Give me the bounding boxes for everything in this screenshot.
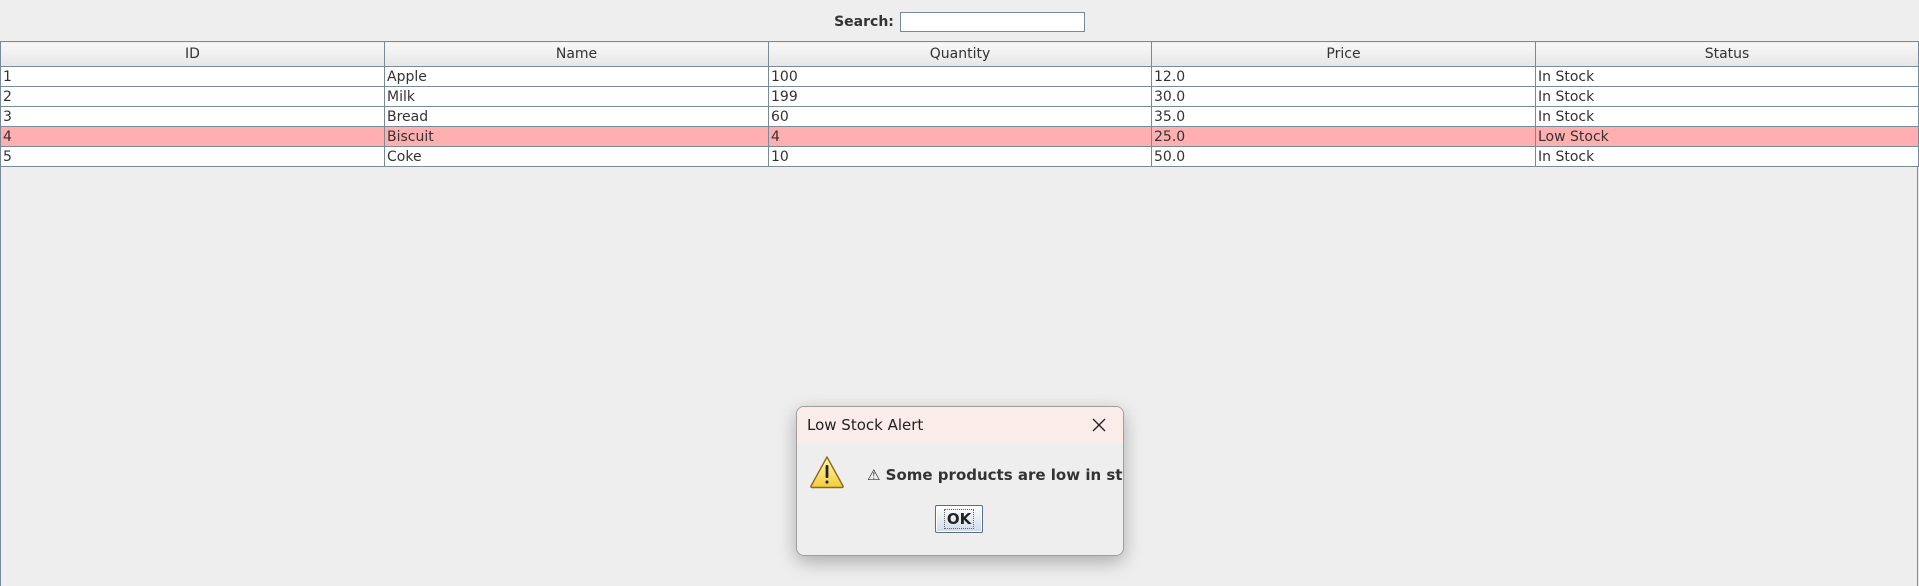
cell-price[interactable]: 35.0 [1151,106,1536,127]
cell-quantity[interactable]: 100 [768,66,1152,87]
table-row[interactable]: 5 Coke 10 50.0 In Stock [0,146,1919,167]
cell-status[interactable]: In Stock [1535,66,1919,87]
column-header-status[interactable]: Status [1535,41,1919,67]
column-header-quantity[interactable]: Quantity [768,41,1152,67]
cell-name[interactable]: Biscuit [384,126,769,147]
dialog-title: Low Stock Alert [807,416,924,434]
search-label: Search: [834,14,894,30]
search-bar: Search: [0,10,1919,34]
ok-button[interactable]: OK [935,505,983,533]
cell-price[interactable]: 12.0 [1151,66,1536,87]
cell-name[interactable]: Coke [384,146,769,167]
cell-status[interactable]: In Stock [1535,86,1919,107]
low-stock-dialog: Low Stock Alert ⚠ Some products are low … [796,406,1124,556]
cell-quantity[interactable]: 4 [768,126,1152,147]
close-icon[interactable] [1085,411,1113,439]
app-window: Search: ID Name Quantity Price Status 1 … [0,0,1919,586]
cell-quantity[interactable]: 10 [768,146,1152,167]
cell-id[interactable]: 4 [0,126,385,147]
table-row[interactable]: 2 Milk 199 30.0 In Stock [0,86,1919,107]
warning-icon [809,455,845,489]
cell-status[interactable]: In Stock [1535,106,1919,127]
table-header-row: ID Name Quantity Price Status [0,41,1919,67]
cell-id[interactable]: 3 [0,106,385,127]
column-header-price[interactable]: Price [1151,41,1536,67]
table-row[interactable]: 4 Biscuit 4 25.0 Low Stock [0,126,1919,147]
search-input[interactable] [899,12,1085,32]
cell-price[interactable]: 25.0 [1151,126,1536,147]
column-header-id[interactable]: ID [0,41,385,67]
cell-status[interactable]: Low Stock [1535,126,1919,147]
dialog-body: ⚠ Some products are low in stock! OK [797,443,1123,555]
cell-price[interactable]: 30.0 [1151,86,1536,107]
cell-quantity[interactable]: 199 [768,86,1152,107]
cell-quantity[interactable]: 60 [768,106,1152,127]
dialog-message: ⚠ Some products are low in stock! [867,466,1123,484]
column-header-name[interactable]: Name [384,41,769,67]
cell-name[interactable]: Milk [384,86,769,107]
cell-status[interactable]: In Stock [1535,146,1919,167]
product-table: ID Name Quantity Price Status 1 Apple 10… [0,41,1919,167]
cell-price[interactable]: 50.0 [1151,146,1536,167]
table-row[interactable]: 3 Bread 60 35.0 In Stock [0,106,1919,127]
cell-id[interactable]: 5 [0,146,385,167]
cell-name[interactable]: Bread [384,106,769,127]
ok-button-label: OK [943,509,975,529]
table-row[interactable]: 1 Apple 100 12.0 In Stock [0,66,1919,87]
cell-name[interactable]: Apple [384,66,769,87]
dialog-titlebar[interactable]: Low Stock Alert [797,407,1123,443]
cell-id[interactable]: 2 [0,86,385,107]
cell-id[interactable]: 1 [0,66,385,87]
